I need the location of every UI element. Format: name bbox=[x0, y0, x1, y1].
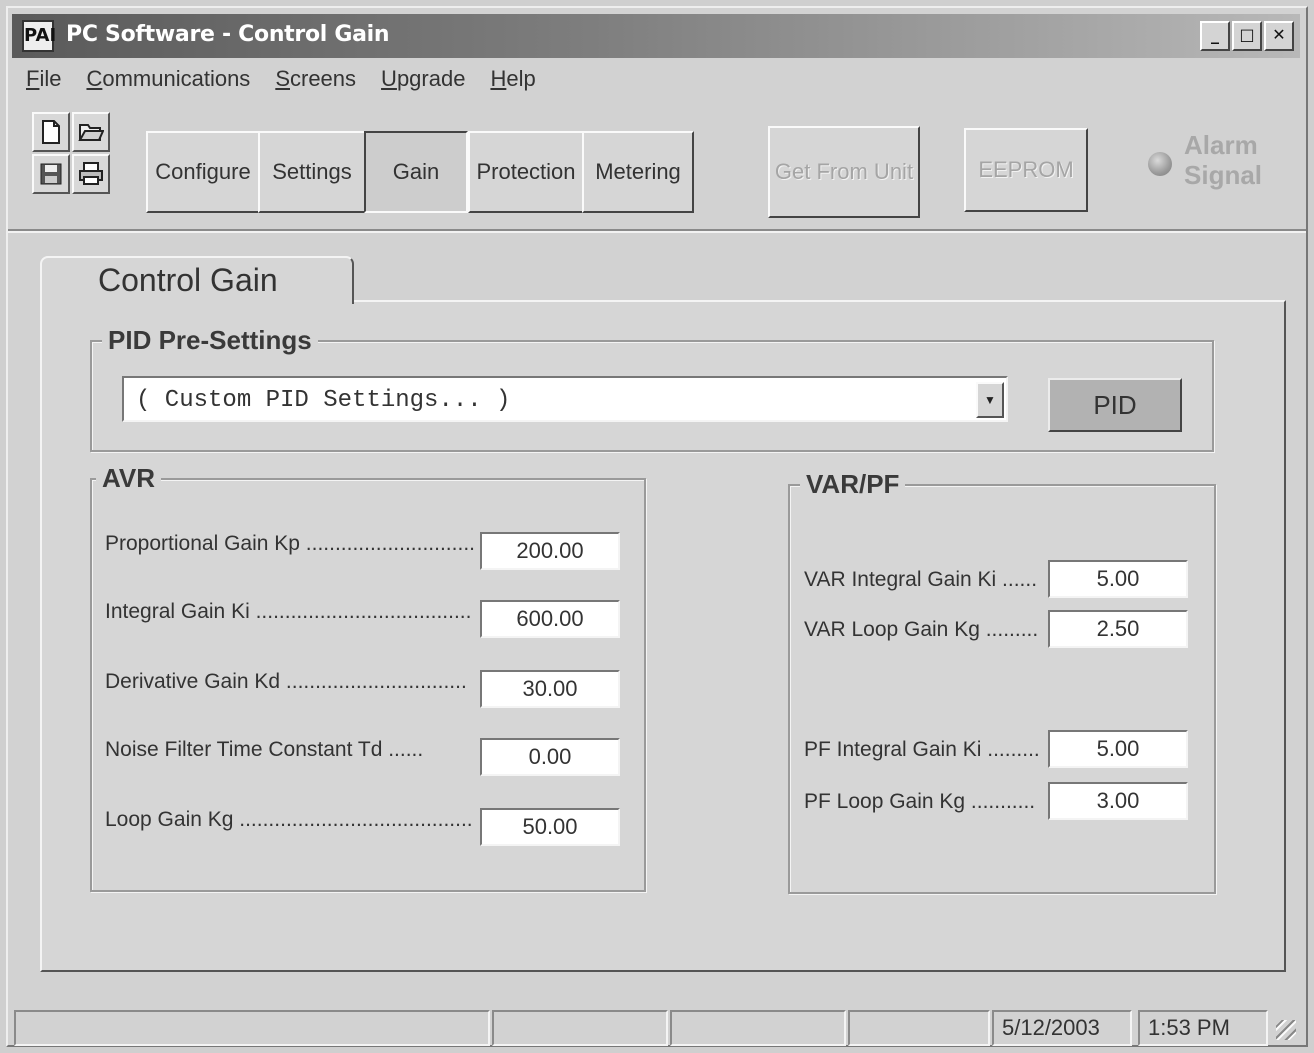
pf-integral-gain-label: PF Integral Gain Ki ......... bbox=[804, 738, 1040, 761]
status-cell-1 bbox=[14, 1010, 490, 1046]
menu-file-rest: ile bbox=[39, 66, 62, 91]
get-from-unit-button[interactable]: Get From Unit bbox=[768, 126, 920, 218]
alarm-signal-label: Alarm Signal bbox=[1184, 130, 1284, 190]
tab-control-gain-label: Control Gain bbox=[98, 262, 278, 298]
alarm-indicator-icon bbox=[1148, 152, 1172, 176]
pid-presettings-select[interactable]: ( Custom PID Settings... ) ▼ bbox=[122, 376, 1008, 422]
menu-communications[interactable]: Communications bbox=[86, 66, 250, 102]
menu-communications-rest: ommunications bbox=[102, 66, 251, 91]
title-bar[interactable]: PAI PC Software - Control Gain _ □ ✕ bbox=[12, 14, 1300, 58]
menu-communications-accel: C bbox=[86, 66, 103, 91]
var-loop-gain-input[interactable]: 2.50 bbox=[1048, 610, 1188, 648]
menu-file[interactable]: File bbox=[26, 66, 61, 102]
status-time: 1:53 PM bbox=[1138, 1010, 1268, 1046]
avr-proportional-gain-label: Proportional Gain Kp ...................… bbox=[105, 532, 475, 555]
avr-derivative-gain-input[interactable]: 30.00 bbox=[480, 670, 620, 708]
avr-integral-gain-label: Integral Gain Ki .......................… bbox=[105, 600, 472, 623]
window-title: PC Software - Control Gain bbox=[66, 22, 390, 47]
var-integral-gain-input[interactable]: 5.00 bbox=[1048, 560, 1188, 598]
status-bar: 5/12/2003 1:53 PM bbox=[14, 1010, 1302, 1048]
avr-loop-gain-input[interactable]: 50.00 bbox=[480, 808, 620, 846]
menu-help-accel: H bbox=[490, 66, 507, 91]
menu-screens[interactable]: Screens bbox=[275, 66, 356, 102]
status-cell-4 bbox=[848, 1010, 990, 1046]
eeprom-button[interactable]: EEPROM bbox=[964, 128, 1088, 212]
dropdown-arrow-icon[interactable]: ▼ bbox=[976, 382, 1004, 418]
avr-integral-gain-input[interactable]: 600.00 bbox=[480, 600, 620, 638]
protection-button[interactable]: Protection bbox=[468, 131, 584, 213]
menu-help[interactable]: Help bbox=[490, 66, 535, 102]
main-window: PAI PC Software - Control Gain _ □ ✕ Fil… bbox=[6, 6, 1308, 1047]
settings-button[interactable]: Settings bbox=[258, 131, 366, 213]
maximize-button[interactable]: □ bbox=[1232, 21, 1262, 51]
avr-loop-gain-label: Loop Gain Kg ...........................… bbox=[105, 808, 473, 831]
alarm-label-line1: Alarm bbox=[1184, 130, 1258, 160]
avr-proportional-gain-input[interactable]: 200.00 bbox=[480, 532, 620, 570]
save-disk-icon bbox=[40, 163, 62, 185]
window-controls: _ □ ✕ bbox=[1198, 21, 1294, 51]
open-file-button[interactable] bbox=[72, 112, 110, 152]
resize-grip-icon[interactable] bbox=[1276, 1020, 1296, 1040]
gain-button[interactable]: Gain bbox=[364, 131, 468, 213]
varpf-title: VAR/PF bbox=[800, 469, 906, 500]
menu-screens-rest: creens bbox=[290, 66, 357, 91]
pf-loop-gain-input[interactable]: 3.00 bbox=[1048, 782, 1188, 820]
avr-noise-filter-input[interactable]: 0.00 bbox=[480, 738, 620, 776]
pid-button[interactable]: PID bbox=[1048, 378, 1182, 432]
pf-integral-gain-input[interactable]: 5.00 bbox=[1048, 730, 1188, 768]
pid-presettings-title: PID Pre-Settings bbox=[102, 325, 318, 356]
varpf-group: VAR/PF bbox=[788, 469, 1216, 894]
menu-help-rest: elp bbox=[506, 66, 536, 91]
print-button[interactable] bbox=[72, 154, 110, 194]
status-cell-2 bbox=[492, 1010, 668, 1046]
menu-upgrade-accel: U bbox=[381, 66, 397, 91]
metering-button[interactable]: Metering bbox=[582, 131, 694, 213]
avr-noise-filter-label: Noise Filter Time Constant Td ...... bbox=[105, 738, 424, 761]
toolbar-divider bbox=[8, 229, 1306, 233]
pf-loop-gain-label: PF Loop Gain Kg ........... bbox=[804, 790, 1036, 813]
avr-title: AVR bbox=[96, 463, 161, 494]
configure-button[interactable]: Configure bbox=[146, 131, 260, 213]
menu-screens-accel: S bbox=[275, 66, 290, 91]
var-loop-gain-label: VAR Loop Gain Kg ......... bbox=[804, 618, 1039, 641]
pid-presettings-value: ( Custom PID Settings... ) bbox=[136, 387, 511, 414]
avr-derivative-gain-label: Derivative Gain Kd .....................… bbox=[105, 670, 467, 693]
menu-upgrade-rest: pgrade bbox=[396, 66, 466, 91]
printer-icon bbox=[79, 162, 103, 185]
app-logo-icon: PAI bbox=[22, 20, 56, 52]
close-button[interactable]: ✕ bbox=[1264, 21, 1294, 51]
menu-bar: File Communications Screens Upgrade Help bbox=[26, 66, 561, 102]
menu-file-accel: F bbox=[26, 66, 40, 91]
menu-upgrade[interactable]: Upgrade bbox=[381, 66, 465, 102]
new-file-icon bbox=[42, 120, 60, 144]
new-file-button[interactable] bbox=[32, 112, 70, 152]
status-date: 5/12/2003 bbox=[992, 1010, 1132, 1046]
status-cell-3 bbox=[670, 1010, 846, 1046]
open-folder-icon bbox=[78, 124, 104, 141]
alarm-label-line2: Signal bbox=[1184, 160, 1263, 190]
save-file-button[interactable] bbox=[32, 154, 70, 194]
var-integral-gain-label: VAR Integral Gain Ki ...... bbox=[804, 568, 1038, 591]
minimize-button[interactable]: _ bbox=[1200, 21, 1230, 51]
tab-control-gain[interactable]: Control Gain bbox=[40, 256, 354, 304]
